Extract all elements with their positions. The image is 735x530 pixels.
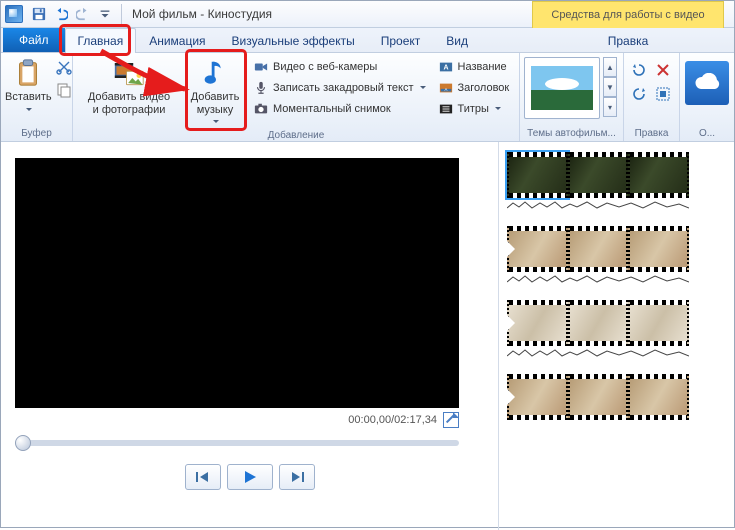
group-automovie-themes: ▲ ▼ ▾ Темы автофильм... bbox=[520, 53, 624, 141]
webcam-video-button[interactable]: Видео с веб-камеры bbox=[249, 57, 430, 77]
time-display: 00:00,00/02:17,34 bbox=[348, 414, 437, 426]
group-label-edit: Правка bbox=[628, 127, 675, 141]
group-label-add: Добавление bbox=[77, 129, 515, 141]
play-button[interactable] bbox=[227, 464, 273, 490]
svg-text:A: A bbox=[443, 65, 448, 72]
group-label-themes: Темы автофильм... bbox=[524, 127, 619, 141]
snapshot-button[interactable]: Моментальный снимок bbox=[249, 99, 430, 119]
credits-button[interactable]: Титры bbox=[434, 99, 514, 119]
quick-access-toolbar bbox=[29, 4, 122, 24]
theme-gallery[interactable] bbox=[524, 57, 600, 119]
paste-button[interactable]: Вставить bbox=[5, 55, 52, 116]
ribbon: Вставить Буфер Добавить видео и фотограф… bbox=[1, 53, 734, 142]
gallery-expand[interactable]: ▾ bbox=[603, 97, 617, 117]
storyboard[interactable] bbox=[499, 142, 734, 530]
clip-1[interactable] bbox=[507, 152, 689, 198]
tab-animation[interactable]: Анимация bbox=[136, 28, 218, 52]
text-column: A Название A Заголовок Титры bbox=[434, 55, 514, 119]
audio-waveform bbox=[507, 199, 689, 209]
capture-column: Видео с веб-камеры Записать закадровый т… bbox=[249, 55, 430, 119]
add-music-button[interactable]: Добавить музыку bbox=[185, 55, 245, 129]
rotate-left-button[interactable] bbox=[628, 59, 650, 81]
tab-visual-effects[interactable]: Визуальные эффекты bbox=[219, 28, 368, 52]
prev-frame-button[interactable] bbox=[185, 464, 221, 490]
add-videos-photos-button[interactable]: Добавить видео и фотографии bbox=[77, 55, 181, 116]
work-area: 00:00,00/02:17,34 bbox=[1, 142, 734, 530]
copy-button[interactable] bbox=[56, 82, 72, 101]
fullscreen-button[interactable] bbox=[443, 412, 459, 428]
group-add: Добавить видео и фотографии Добавить муз… bbox=[73, 53, 520, 141]
tab-project[interactable]: Проект bbox=[368, 28, 434, 52]
caption-button[interactable]: A Заголовок bbox=[434, 78, 514, 98]
onedrive-button[interactable] bbox=[685, 61, 729, 105]
playback-controls bbox=[15, 464, 484, 490]
audio-waveform bbox=[507, 347, 689, 357]
tab-view[interactable]: Вид bbox=[433, 28, 481, 52]
next-frame-button[interactable] bbox=[279, 464, 315, 490]
chevron-down-icon bbox=[24, 104, 32, 117]
video-preview[interactable] bbox=[15, 158, 459, 408]
tab-edit[interactable]: Правка bbox=[532, 28, 724, 53]
clipboard-icon bbox=[12, 57, 44, 89]
tab-file[interactable]: Файл bbox=[3, 28, 65, 52]
svg-text:A: A bbox=[444, 87, 447, 92]
group-share: О... bbox=[680, 53, 734, 141]
theme-thumbnail bbox=[531, 66, 593, 110]
webcam-icon bbox=[253, 59, 269, 75]
title-bar: Мой фильм - Киностудия Средства для рабо… bbox=[1, 1, 734, 28]
audio-waveform bbox=[507, 273, 689, 283]
clip-4[interactable] bbox=[507, 374, 689, 420]
clip-2[interactable] bbox=[507, 226, 689, 272]
group-clipboard: Вставить Буфер bbox=[1, 53, 73, 141]
delete-button[interactable] bbox=[652, 59, 674, 81]
paste-label: Вставить bbox=[5, 91, 52, 104]
group-editing: Правка bbox=[624, 53, 680, 141]
record-narration-button[interactable]: Записать закадровый текст bbox=[249, 78, 430, 98]
ribbon-tabs: Файл Главная Анимация Визуальные эффекты… bbox=[1, 28, 734, 53]
clip-3[interactable] bbox=[507, 300, 689, 346]
title-button[interactable]: A Название bbox=[434, 57, 514, 77]
redo-button[interactable] bbox=[73, 4, 93, 24]
seek-knob[interactable] bbox=[15, 435, 31, 451]
credits-icon bbox=[438, 101, 454, 117]
video-tools-context-tab: Средства для работы с видео bbox=[532, 1, 724, 28]
camera-icon bbox=[253, 101, 269, 117]
gallery-scroll-up[interactable]: ▲ bbox=[603, 57, 617, 77]
seek-slider[interactable] bbox=[15, 440, 459, 446]
undo-button[interactable] bbox=[51, 4, 71, 24]
group-label-share: О... bbox=[684, 127, 730, 141]
select-all-button[interactable] bbox=[652, 83, 674, 105]
app-icon bbox=[5, 5, 23, 23]
preview-pane: 00:00,00/02:17,34 bbox=[1, 142, 499, 530]
film-photo-icon bbox=[113, 57, 145, 89]
rotate-right-button[interactable] bbox=[628, 83, 650, 105]
save-button[interactable] bbox=[29, 4, 49, 24]
music-note-icon bbox=[199, 57, 231, 89]
window-title: Мой фильм - Киностудия bbox=[132, 7, 272, 21]
microphone-icon bbox=[253, 80, 269, 96]
title-icon: A bbox=[438, 59, 454, 75]
gallery-scroll-down[interactable]: ▼ bbox=[603, 77, 617, 97]
chevron-down-icon bbox=[211, 116, 219, 129]
qat-customize-button[interactable] bbox=[95, 4, 115, 24]
group-label-clipboard: Буфер bbox=[5, 127, 68, 141]
add-videos-photos-label: Добавить видео и фотографии bbox=[88, 91, 170, 116]
gallery-scroll: ▲ ▼ ▾ bbox=[603, 57, 617, 117]
caption-icon: A bbox=[438, 80, 454, 96]
context-tab-label: Средства для работы с видео bbox=[551, 9, 704, 21]
tab-home[interactable]: Главная bbox=[65, 28, 137, 52]
cut-button[interactable] bbox=[56, 59, 72, 78]
time-row: 00:00,00/02:17,34 bbox=[15, 412, 459, 428]
add-music-label: Добавить музыку bbox=[191, 91, 240, 116]
